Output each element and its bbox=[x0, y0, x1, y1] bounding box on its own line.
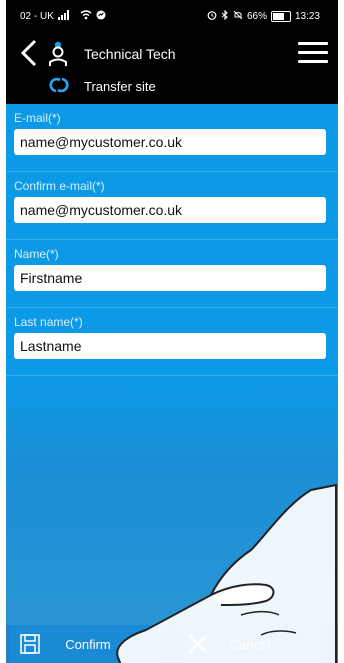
last-name-label: Last name(*) bbox=[14, 315, 83, 329]
alarm-icon bbox=[207, 10, 217, 23]
carrier-label: 02 - UK bbox=[20, 11, 54, 22]
confirm-button[interactable]: Confirm bbox=[10, 625, 166, 663]
menu-line bbox=[298, 51, 328, 54]
name-field-group: Name(*) bbox=[6, 240, 338, 308]
name-label: Name(*) bbox=[14, 247, 59, 261]
phone-screen: 02 - UK 66% 13:23 Technical Tech Transfe… bbox=[6, 0, 338, 663]
technician-name: Technical Tech bbox=[84, 46, 176, 62]
app-header: Technical Tech Transfer site bbox=[6, 34, 338, 104]
hamburger-menu-button[interactable] bbox=[298, 42, 328, 66]
confirm-email-input[interactable] bbox=[14, 197, 326, 223]
confirm-email-field-group: Confirm e-mail(*) bbox=[6, 172, 338, 240]
name-input[interactable] bbox=[14, 265, 326, 291]
last-name-input[interactable] bbox=[14, 333, 326, 359]
menu-line bbox=[298, 60, 328, 63]
menu-line bbox=[298, 42, 328, 45]
bluetooth-icon bbox=[221, 9, 229, 23]
mute-icon bbox=[233, 10, 243, 23]
cancel-label: Cancel bbox=[229, 637, 271, 652]
transfer-form: E-mail(*) Confirm e-mail(*) Name(*) Last… bbox=[6, 104, 338, 625]
back-button[interactable] bbox=[18, 38, 40, 68]
user-icon bbox=[48, 40, 68, 68]
clock-time: 13:23 bbox=[294, 11, 320, 22]
action-bar: Confirm Cancel bbox=[6, 625, 338, 663]
cancel-button[interactable]: Cancel bbox=[178, 625, 322, 663]
email-input[interactable] bbox=[14, 129, 326, 155]
battery-icon bbox=[270, 11, 291, 22]
site-action-title: Transfer site bbox=[84, 79, 156, 94]
signal-icon bbox=[57, 10, 76, 23]
email-label: E-mail(*) bbox=[14, 111, 61, 125]
battery-percent: 66% bbox=[246, 11, 267, 22]
chevron-left-icon bbox=[20, 39, 37, 67]
cloud-link-icon bbox=[48, 76, 70, 94]
wifi-icon bbox=[80, 10, 92, 23]
last-name-field-group: Last name(*) bbox=[6, 308, 338, 376]
email-field-group: E-mail(*) bbox=[6, 104, 338, 172]
messenger-icon bbox=[96, 10, 106, 23]
confirm-email-label: Confirm e-mail(*) bbox=[14, 179, 105, 193]
confirm-label: Confirm bbox=[65, 637, 111, 652]
status-bar: 02 - UK 66% 13:23 bbox=[6, 0, 338, 34]
